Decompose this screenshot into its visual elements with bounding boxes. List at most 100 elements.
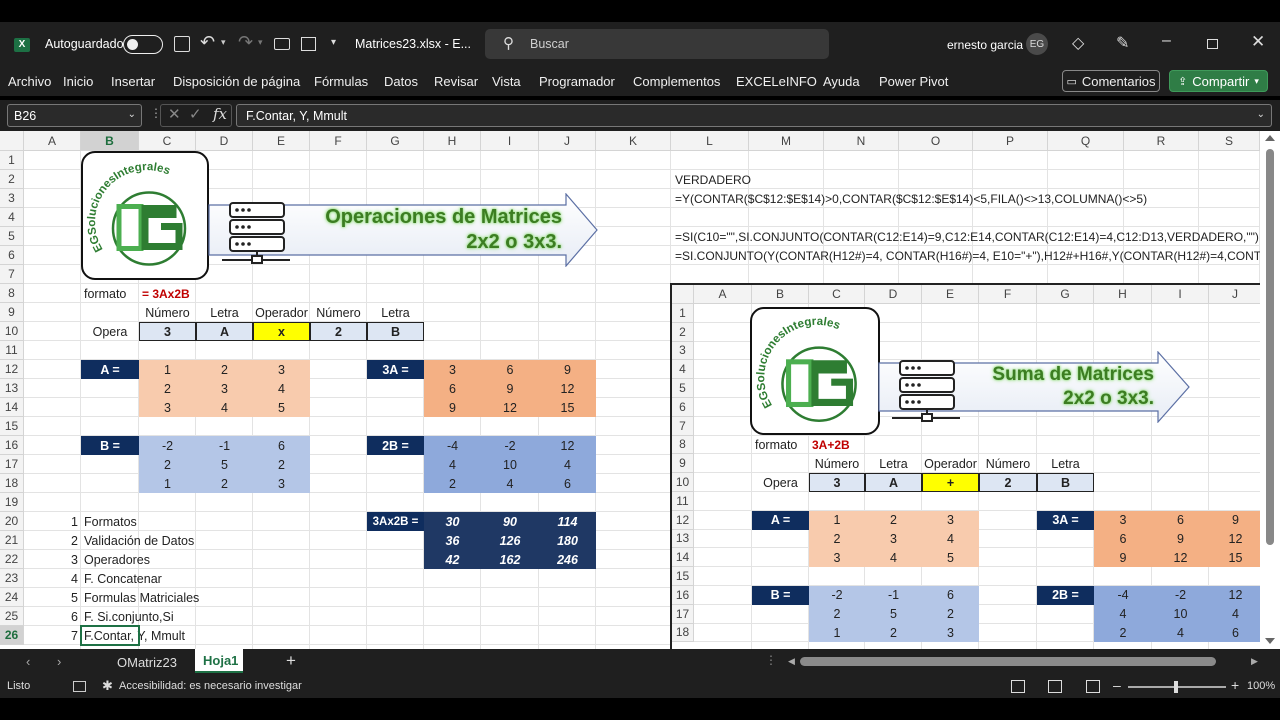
restore-icon[interactable] bbox=[1207, 39, 1218, 49]
expand-formula-icon[interactable]: ⌄ bbox=[1257, 109, 1265, 120]
column-header-n[interactable]: N bbox=[824, 131, 899, 151]
menu-item-complementos[interactable]: Complementos bbox=[633, 74, 720, 89]
page-layout-icon[interactable] bbox=[1048, 680, 1062, 693]
main-opera-input-1[interactable]: A bbox=[196, 322, 253, 341]
user-name[interactable]: ernesto garcia bbox=[947, 38, 1023, 52]
next-sheet-icon[interactable]: › bbox=[57, 654, 61, 669]
row-header-17[interactable]: 17 bbox=[0, 455, 24, 474]
row-header-11[interactable]: 11 bbox=[0, 341, 24, 360]
main-opera-input-0[interactable]: 3 bbox=[139, 322, 196, 341]
name-box-dropdown-icon[interactable]: ⌄ bbox=[128, 109, 136, 120]
diamond-icon[interactable]: ◇ bbox=[1072, 33, 1084, 53]
vertical-scrollbar-thumb[interactable] bbox=[1266, 149, 1274, 545]
customize-toolbar-icon[interactable]: ▾ bbox=[331, 37, 336, 48]
accessibility-status[interactable]: Accesibilidad: es necesario investigar bbox=[119, 680, 302, 692]
share-button[interactable]: ⇪ Compartir ▾ bbox=[1169, 70, 1268, 92]
row-header-20[interactable]: 20 bbox=[0, 512, 24, 531]
column-header-o[interactable]: O bbox=[899, 131, 973, 151]
insert-function-icon[interactable]: fx bbox=[213, 105, 227, 123]
column-header-e[interactable]: E bbox=[253, 131, 310, 151]
column-header-c[interactable]: C bbox=[139, 131, 196, 151]
form-icon[interactable] bbox=[301, 37, 316, 51]
main-opera-input-3[interactable]: 2 bbox=[310, 322, 367, 341]
row-header-21[interactable]: 21 bbox=[0, 531, 24, 550]
autosave-toggle[interactable] bbox=[123, 35, 163, 54]
row-header-14[interactable]: 14 bbox=[0, 398, 24, 417]
row-header-3[interactable]: 3 bbox=[0, 189, 24, 208]
close-icon[interactable]: ✕ bbox=[1251, 32, 1265, 52]
cancel-icon[interactable]: ✕ bbox=[168, 105, 181, 123]
comments-button[interactable]: ▭ Comentarios bbox=[1062, 70, 1160, 92]
active-cell[interactable] bbox=[80, 625, 140, 646]
column-header-p[interactable]: P bbox=[973, 131, 1048, 151]
tab-omatriz23[interactable]: OMatriz23 bbox=[117, 655, 177, 670]
row-header-1[interactable]: 1 bbox=[0, 151, 24, 170]
tab-splitter-icon[interactable]: ⋮ bbox=[765, 653, 777, 667]
normal-view-icon[interactable] bbox=[1011, 680, 1025, 693]
scroll-right-icon[interactable]: ▶ bbox=[1251, 656, 1258, 667]
tab-hoja1[interactable]: Hoja1 bbox=[195, 649, 243, 673]
row-header-9[interactable]: 9 bbox=[0, 303, 24, 322]
pen-icon[interactable]: ✎ bbox=[1116, 33, 1129, 53]
menu-item-datos[interactable]: Datos bbox=[384, 74, 418, 89]
menu-item-ayuda[interactable]: Ayuda bbox=[823, 74, 860, 89]
page-break-icon[interactable] bbox=[1086, 680, 1100, 693]
column-header-j[interactable]: J bbox=[539, 131, 596, 151]
save-icon[interactable] bbox=[174, 36, 190, 52]
column-header-b[interactable]: B bbox=[81, 131, 139, 151]
undo-dropdown-icon[interactable]: ▾ bbox=[221, 37, 226, 48]
column-header-r[interactable]: R bbox=[1124, 131, 1199, 151]
menu-item-exceleinfo[interactable]: EXCELeINFO bbox=[736, 74, 817, 89]
menu-item-disposici-n-de-p-gina[interactable]: Disposición de página bbox=[173, 74, 300, 89]
column-header-g[interactable]: G bbox=[367, 131, 424, 151]
row-header-22[interactable]: 22 bbox=[0, 550, 24, 569]
scroll-up-icon[interactable] bbox=[1265, 135, 1275, 141]
add-sheet-icon[interactable]: + bbox=[286, 651, 296, 671]
column-header-f[interactable]: F bbox=[310, 131, 367, 151]
column-header-m[interactable]: M bbox=[749, 131, 824, 151]
zoom-slider-thumb[interactable] bbox=[1174, 681, 1178, 693]
select-all-corner[interactable] bbox=[0, 131, 24, 151]
column-header-q[interactable]: Q bbox=[1048, 131, 1124, 151]
menu-item-insertar[interactable]: Insertar bbox=[111, 74, 155, 89]
name-box[interactable]: B26 ⌄ bbox=[7, 104, 142, 127]
row-header-19[interactable]: 19 bbox=[0, 493, 24, 512]
accessibility-icon[interactable]: ✱ bbox=[102, 678, 113, 694]
row-header-7[interactable]: 7 bbox=[0, 265, 24, 284]
row-header-25[interactable]: 25 bbox=[0, 607, 24, 626]
row-header-23[interactable]: 23 bbox=[0, 569, 24, 588]
zoom-in-icon[interactable]: + bbox=[1231, 677, 1239, 693]
scroll-down-icon[interactable] bbox=[1265, 638, 1275, 644]
row-header-5[interactable]: 5 bbox=[0, 227, 24, 246]
zoom-out-icon[interactable]: – bbox=[1113, 677, 1121, 693]
enter-icon[interactable]: ✓ bbox=[189, 105, 202, 123]
zoom-level[interactable]: 100% bbox=[1247, 680, 1275, 692]
minimize-icon[interactable]: – bbox=[1162, 32, 1171, 50]
row-header-26[interactable]: 26 bbox=[0, 626, 24, 645]
row-header-15[interactable]: 15 bbox=[0, 417, 24, 436]
menu-item-archivo[interactable]: Archivo bbox=[8, 74, 51, 89]
main-opera-input-2[interactable]: x bbox=[253, 322, 310, 341]
column-header-l[interactable]: L bbox=[671, 131, 749, 151]
formula-input[interactable]: F.Contar, Y, Mmult ⌄ bbox=[236, 104, 1272, 127]
avatar[interactable]: EG bbox=[1026, 33, 1048, 55]
row-header-6[interactable]: 6 bbox=[0, 246, 24, 265]
column-header-i[interactable]: I bbox=[481, 131, 539, 151]
menu-item-inicio[interactable]: Inicio bbox=[63, 74, 93, 89]
column-header-d[interactable]: D bbox=[196, 131, 253, 151]
horizontal-scrollbar[interactable] bbox=[800, 657, 1216, 666]
row-header-10[interactable]: 10 bbox=[0, 322, 24, 341]
row-header-18[interactable]: 18 bbox=[0, 474, 24, 493]
column-header-s[interactable]: S bbox=[1199, 131, 1260, 151]
search-box[interactable]: ⚲ Buscar bbox=[485, 29, 829, 59]
worksheet[interactable]: A B C D E F G H I J K L M N O P Q R S 1 2 3 4 5 6 7 8 9 10 11 12 13 14 15… bbox=[0, 131, 1280, 649]
menu-item-f-rmulas[interactable]: Fórmulas bbox=[314, 74, 368, 89]
column-header-h[interactable]: H bbox=[424, 131, 481, 151]
menu-item-vista[interactable]: Vista bbox=[492, 74, 521, 89]
undo-icon[interactable]: ↶ bbox=[200, 32, 215, 53]
row-header-13[interactable]: 13 bbox=[0, 379, 24, 398]
row-header-4[interactable]: 4 bbox=[0, 208, 24, 227]
row-header-16[interactable]: 16 bbox=[0, 436, 24, 455]
scroll-left-icon[interactable]: ◀ bbox=[788, 656, 795, 667]
menu-item-revisar[interactable]: Revisar bbox=[434, 74, 478, 89]
